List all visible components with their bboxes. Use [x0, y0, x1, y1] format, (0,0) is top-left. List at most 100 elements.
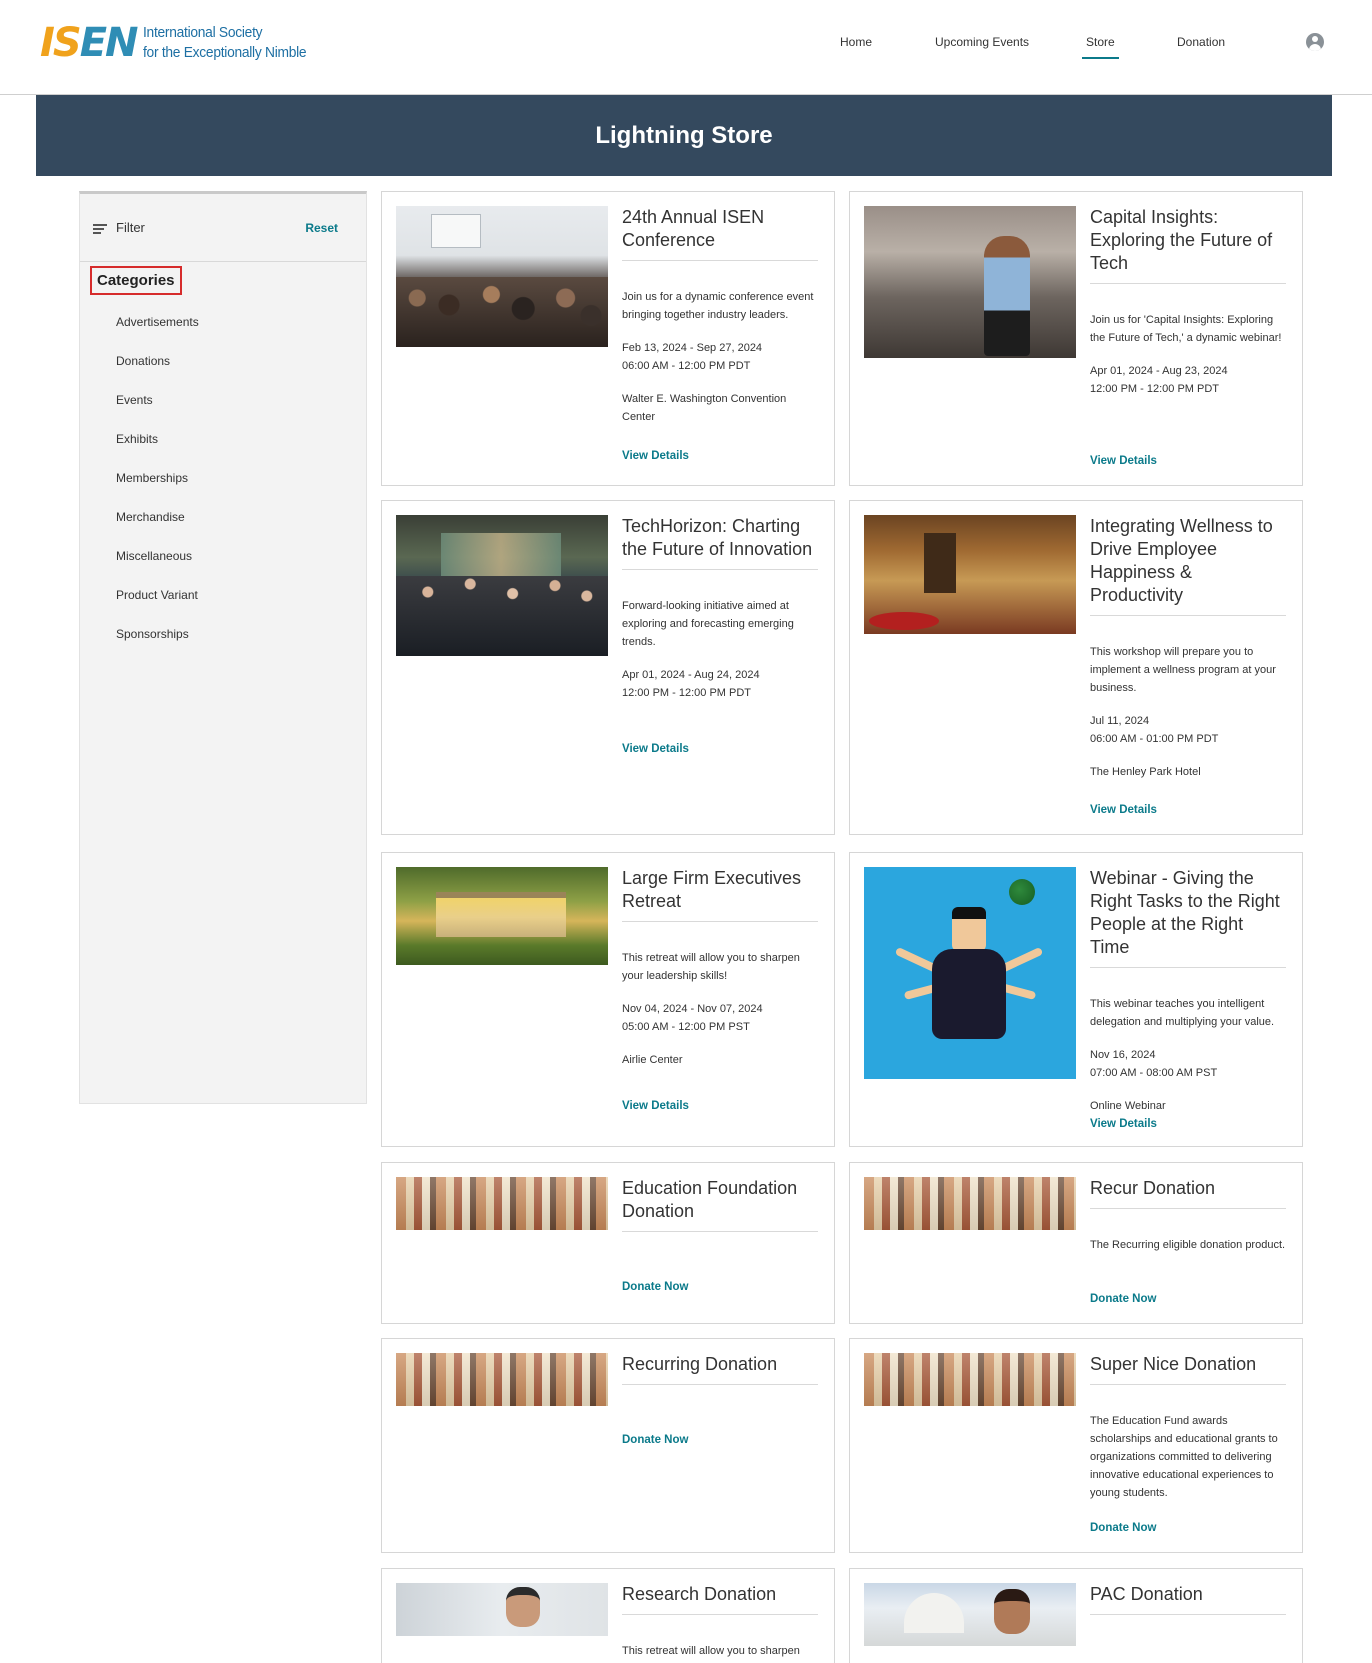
- product-image[interactable]: [864, 867, 1076, 1079]
- product-description: Forward-looking initiative aimed at expl…: [622, 600, 794, 648]
- view-details-link[interactable]: View Details: [1090, 804, 1157, 816]
- user-avatar-icon[interactable]: [1306, 33, 1324, 51]
- logo-text: International Society for the Exceptiona…: [142, 23, 307, 63]
- nav-donation[interactable]: Donation: [1177, 34, 1225, 50]
- product-card: Research Donation This retreat will allo…: [381, 1568, 835, 1663]
- categories-heading: Categories: [90, 266, 182, 295]
- product-title[interactable]: Capital Insights: Exploring the Future o…: [1090, 206, 1286, 284]
- time-range: 12:00 PM - 12:00 PM PDT: [1090, 383, 1219, 395]
- product-title[interactable]: Webinar - Giving the Right Tasks to the …: [1090, 867, 1286, 968]
- category-events[interactable]: Events: [116, 393, 199, 432]
- category-product-variant[interactable]: Product Variant: [116, 588, 199, 627]
- view-details-link[interactable]: View Details: [622, 743, 689, 755]
- nav-store[interactable]: Store: [1082, 34, 1119, 59]
- product-image[interactable]: [396, 206, 608, 347]
- product-location: Walter E. Washington Convention Center: [622, 393, 787, 423]
- product-card: Recurring Donation Donate Now: [381, 1338, 835, 1553]
- donate-now-link[interactable]: Donate Now: [622, 1434, 688, 1446]
- date-range: Jul 11, 2024: [1090, 715, 1150, 727]
- date-range: Nov 04, 2024 - Nov 07, 2024: [622, 1003, 763, 1015]
- product-card: PAC Donation: [849, 1568, 1303, 1663]
- product-location: Online Webinar: [1090, 1100, 1166, 1112]
- product-description: This webinar teaches you intelligent del…: [1090, 998, 1275, 1028]
- product-card: 24th Annual ISEN Conference Join us for …: [381, 191, 835, 486]
- product-title[interactable]: Large Firm Executives Retreat: [622, 867, 818, 922]
- product-dates: Apr 01, 2024 - Aug 24, 2024 12:00 PM - 1…: [622, 666, 818, 702]
- product-description: Join us for 'Capital Insights: Exploring…: [1090, 314, 1282, 344]
- product-card: Webinar - Giving the Right Tasks to the …: [849, 852, 1303, 1147]
- category-list: Advertisements Donations Events Exhibits…: [116, 315, 199, 666]
- product-title[interactable]: Super Nice Donation: [1090, 1353, 1286, 1385]
- date-range: Apr 01, 2024 - Aug 23, 2024: [1090, 365, 1228, 377]
- time-range: 07:00 AM - 08:00 AM PST: [1090, 1067, 1218, 1079]
- product-title[interactable]: Recur Donation: [1090, 1177, 1286, 1209]
- product-title[interactable]: TechHorizon: Charting the Future of Inno…: [622, 515, 818, 570]
- product-image[interactable]: [864, 515, 1076, 634]
- view-details-link[interactable]: View Details: [1090, 1118, 1157, 1130]
- product-title[interactable]: Integrating Wellness to Drive Employee H…: [1090, 515, 1286, 616]
- product-title[interactable]: 24th Annual ISEN Conference: [622, 206, 818, 261]
- product-title[interactable]: PAC Donation: [1090, 1583, 1286, 1615]
- category-donations[interactable]: Donations: [116, 354, 199, 393]
- product-card: Super Nice Donation The Education Fund a…: [849, 1338, 1303, 1553]
- product-image[interactable]: [396, 515, 608, 656]
- product-description: This workshop will prepare you to implem…: [1090, 646, 1276, 694]
- product-title[interactable]: Research Donation: [622, 1583, 818, 1615]
- store-banner: Lightning Store: [36, 95, 1332, 176]
- top-header: IS EN International Society for the Excep…: [0, 0, 1372, 95]
- product-image[interactable]: [864, 1353, 1076, 1406]
- reset-link[interactable]: Reset: [305, 221, 338, 235]
- product-card: Integrating Wellness to Drive Employee H…: [849, 500, 1303, 835]
- product-dates: Jul 11, 2024 06:00 AM - 01:00 PM PDT: [1090, 712, 1286, 748]
- isen-logo[interactable]: IS EN International Society for the Excep…: [40, 20, 320, 65]
- product-card: Recur Donation The Recurring eligible do…: [849, 1162, 1303, 1324]
- view-details-link[interactable]: View Details: [1090, 455, 1157, 467]
- date-range: Apr 01, 2024 - Aug 24, 2024: [622, 669, 760, 681]
- category-memberships[interactable]: Memberships: [116, 471, 199, 510]
- product-description: This retreat will allow you to sharpen: [622, 1645, 800, 1657]
- product-image[interactable]: [396, 867, 608, 965]
- time-range: 06:00 AM - 01:00 PM PDT: [1090, 733, 1219, 745]
- product-image[interactable]: [396, 1583, 608, 1636]
- time-range: 05:00 AM - 12:00 PM PST: [622, 1021, 750, 1033]
- logo-line-2: for the Exceptionally Nimble: [142, 43, 307, 61]
- logo-line-1: International Society: [142, 23, 263, 41]
- nav-home[interactable]: Home: [840, 34, 872, 50]
- product-location: Airlie Center: [622, 1054, 683, 1066]
- date-range: Nov 16, 2024: [1090, 1049, 1156, 1061]
- time-range: 06:00 AM - 12:00 PM PDT: [622, 360, 751, 372]
- category-exhibits[interactable]: Exhibits: [116, 432, 199, 471]
- product-dates: Apr 01, 2024 - Aug 23, 2024 12:00 PM - 1…: [1090, 362, 1286, 398]
- filter-label: Filter: [116, 220, 145, 235]
- product-description: The Recurring eligible donation product.: [1090, 1239, 1286, 1251]
- donate-now-link[interactable]: Donate Now: [1090, 1293, 1156, 1305]
- category-sponsorships[interactable]: Sponsorships: [116, 627, 199, 666]
- product-image[interactable]: [864, 206, 1076, 358]
- product-description: The Education Fund awards scholarships a…: [1090, 1415, 1278, 1499]
- product-title[interactable]: Education Foundation Donation: [622, 1177, 818, 1232]
- product-image[interactable]: [396, 1177, 608, 1230]
- category-merchandise[interactable]: Merchandise: [116, 510, 199, 549]
- logo-mark: IS EN: [40, 19, 139, 66]
- date-range: Feb 13, 2024 - Sep 27, 2024: [622, 342, 763, 354]
- product-card: TechHorizon: Charting the Future of Inno…: [381, 500, 835, 835]
- product-image[interactable]: [396, 1353, 608, 1406]
- product-card: Large Firm Executives Retreat This retre…: [381, 852, 835, 1147]
- product-image[interactable]: [864, 1583, 1076, 1646]
- filter-sidebar: Filter Reset Categories Advertisements D…: [79, 191, 367, 1104]
- product-description: Join us for a dynamic conference event b…: [622, 291, 814, 321]
- view-details-link[interactable]: View Details: [622, 1100, 689, 1112]
- donate-now-link[interactable]: Donate Now: [622, 1281, 688, 1293]
- product-card: Capital Insights: Exploring the Future o…: [849, 191, 1303, 486]
- view-details-link[interactable]: View Details: [622, 450, 689, 462]
- category-miscellaneous[interactable]: Miscellaneous: [116, 549, 199, 588]
- time-range: 12:00 PM - 12:00 PM PDT: [622, 687, 751, 699]
- product-title[interactable]: Recurring Donation: [622, 1353, 818, 1385]
- filter-header: Filter Reset: [80, 194, 366, 262]
- nav-upcoming-events[interactable]: Upcoming Events: [935, 34, 1029, 50]
- product-description: This retreat will allow you to sharpen y…: [622, 952, 800, 982]
- category-advertisements[interactable]: Advertisements: [116, 315, 199, 354]
- donate-now-link[interactable]: Donate Now: [1090, 1522, 1156, 1534]
- product-image[interactable]: [864, 1177, 1076, 1230]
- product-dates: Feb 13, 2024 - Sep 27, 2024 06:00 AM - 1…: [622, 339, 818, 375]
